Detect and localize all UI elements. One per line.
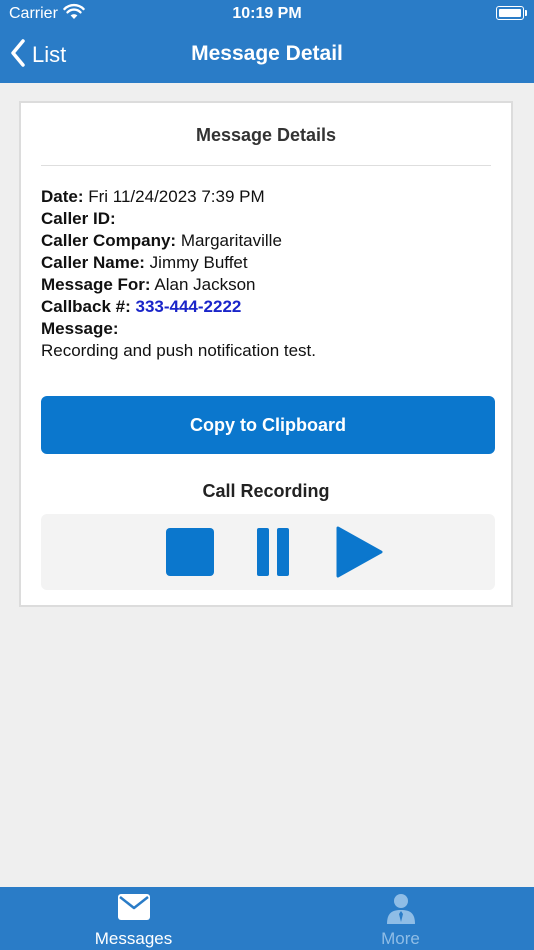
date-value: Fri 11/24/2023 7:39 PM [83,187,265,206]
caller-name-label: Caller Name: [41,253,145,272]
tab-more-label: More [381,929,420,948]
callback-row: Callback #: 333-444-2222 [41,296,316,318]
callback-label: Callback #: [41,297,131,316]
pause-icon [257,528,289,576]
message-label: Message: [41,319,119,338]
caller-id-value [116,209,139,228]
message-text: Recording and push notification test. [41,341,317,360]
date-label: Date: [41,187,84,206]
callback-number-link[interactable]: 333-444-2222 [136,297,242,316]
envelope-icon [117,893,151,926]
copy-to-clipboard-button[interactable]: Copy to Clipboard [41,396,495,454]
tab-bar: Messages More [0,887,534,950]
pause-button[interactable] [247,526,299,578]
message-row: Message: [41,318,316,340]
message-details: Date: Fri 11/24/2023 7:39 PM Caller ID: … [41,186,316,362]
person-icon [386,893,416,930]
company-row: Caller Company: Margaritaville [41,230,316,252]
audio-player [41,514,495,590]
caller-id-row: Caller ID: [41,208,316,230]
page-title: Message Detail [191,42,343,65]
stop-button[interactable] [164,526,216,578]
company-label: Caller Company: [41,231,177,250]
call-recording-label: Call Recording [202,481,330,501]
divider [41,165,491,166]
play-icon [336,526,383,578]
message-for-row: Message For: Alan Jackson [41,274,316,296]
stop-icon [166,528,214,576]
message-details-card: Message Details Date: Fri 11/24/2023 7:3… [19,101,513,607]
company-value: Margaritaville [176,231,282,250]
message-for-value: Alan Jackson [150,275,256,294]
caller-name-row: Caller Name: Jimmy Buffet [41,252,316,274]
caller-name-value: Jimmy Buffet [144,253,248,272]
tab-messages[interactable]: Messages [0,887,267,950]
play-button[interactable] [333,526,385,578]
message-for-label: Message For: [41,275,151,294]
top-bar: Carrier 10:19 PM List Message Detail [0,0,534,83]
caller-id-label: Caller ID: [41,209,116,228]
battery-icon [496,6,527,20]
status-time: 10:19 PM [232,5,302,22]
card-title: Message Details [195,125,337,145]
status-bar: Carrier 10:19 PM [0,0,534,28]
tab-more[interactable]: More [267,887,534,950]
tab-messages-label: Messages [94,929,173,948]
date-row: Date: Fri 11/24/2023 7:39 PM [41,186,316,208]
